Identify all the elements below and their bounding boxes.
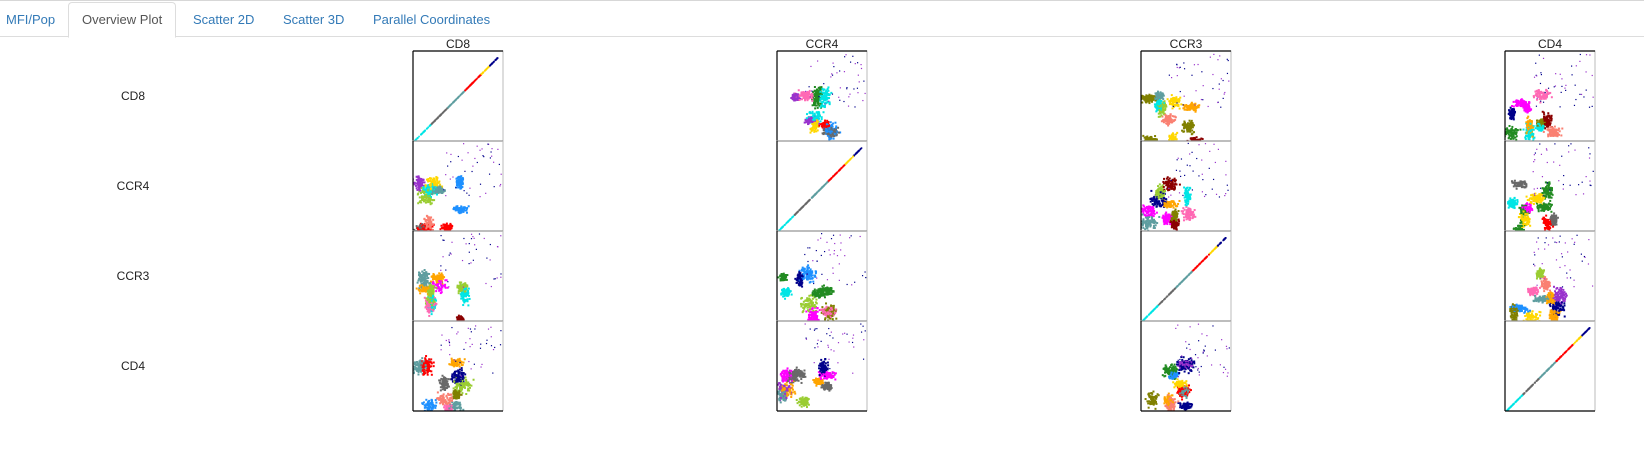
scatter-cell-cd8-vs-cd8 [412, 50, 504, 142]
scatter-cell-cd8-vs-ccr3 [1140, 50, 1232, 142]
scatter-cell-ccr3-vs-ccr4 [776, 230, 868, 322]
scatter-cell-ccr4-vs-ccr3 [1140, 140, 1232, 232]
scatter-cell-cd8-vs-cd4 [1504, 50, 1596, 142]
scatter-cell-cd4-vs-cd8 [412, 320, 504, 412]
scatter-cell-ccr4-vs-cd8 [412, 140, 504, 232]
scatter-cell-ccr3-vs-cd4 [1504, 230, 1596, 322]
scatter-cell-cd4-vs-ccr3 [1140, 320, 1232, 412]
scatter-cell-cd4-vs-cd4 [1504, 320, 1596, 412]
scatter-cell-cd8-vs-ccr4 [776, 50, 868, 142]
scatter-cell-ccr3-vs-ccr3 [1140, 230, 1232, 322]
scatter-cell-ccr3-vs-cd8 [412, 230, 504, 322]
scatter-cell-cd4-vs-ccr4 [776, 320, 868, 412]
scatter-cell-ccr4-vs-cd4 [1504, 140, 1596, 232]
overview-scatter-matrix [412, 50, 1596, 412]
scatter-cell-ccr4-vs-ccr4 [776, 140, 868, 232]
